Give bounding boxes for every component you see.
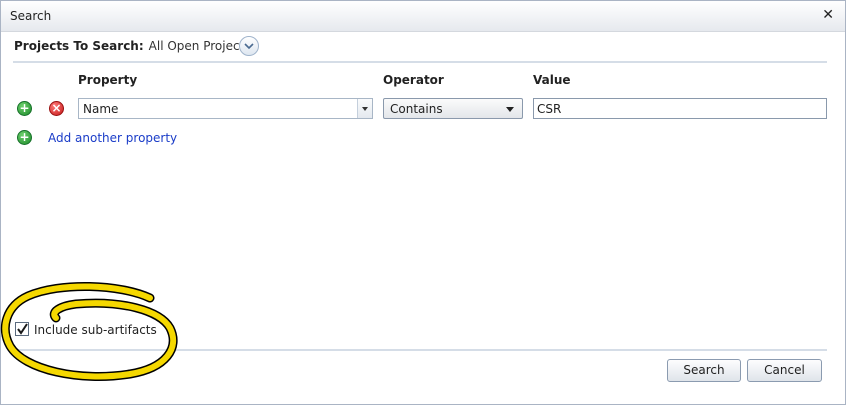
dialog-title: Search — [10, 9, 52, 23]
projects-to-search-label: Projects To Search: — [14, 39, 144, 53]
include-sub-artifacts-label: Include sub-artifacts — [34, 323, 157, 337]
add-row-icon[interactable]: + — [17, 101, 32, 116]
value-input[interactable] — [533, 98, 827, 119]
operator-column-header: Operator — [383, 73, 444, 87]
property-column-header: Property — [78, 73, 138, 87]
remove-row-icon[interactable]: × — [49, 101, 64, 116]
add-another-property-link[interactable]: Add another property — [48, 131, 177, 145]
divider — [13, 349, 827, 351]
caret-down-icon — [506, 107, 514, 112]
checkmark-icon — [17, 323, 28, 335]
operator-select-value: Contains — [390, 102, 443, 116]
caret-down-icon[interactable] — [357, 99, 372, 118]
search-button[interactable]: Search — [667, 359, 741, 382]
property-combobox-value: Name — [83, 102, 119, 116]
title-bar: Search ✕ — [1, 1, 845, 32]
add-property-icon[interactable]: + — [17, 130, 32, 145]
cancel-button[interactable]: Cancel — [747, 359, 822, 382]
search-dialog: Search ✕ Projects To Search: All Open Pro… — [0, 0, 846, 405]
property-combobox[interactable]: Name — [78, 98, 373, 119]
operator-select[interactable]: Contains — [383, 98, 523, 119]
divider — [13, 61, 827, 63]
value-column-header: Value — [533, 73, 571, 87]
include-sub-artifacts-checkbox[interactable] — [15, 322, 29, 336]
projects-to-search-value: All Open Projects — [148, 39, 251, 53]
projects-scope: Projects To Search: All Open Projects — [14, 37, 251, 55]
chevron-down-icon[interactable] — [239, 36, 259, 56]
close-icon[interactable]: ✕ — [822, 7, 834, 23]
